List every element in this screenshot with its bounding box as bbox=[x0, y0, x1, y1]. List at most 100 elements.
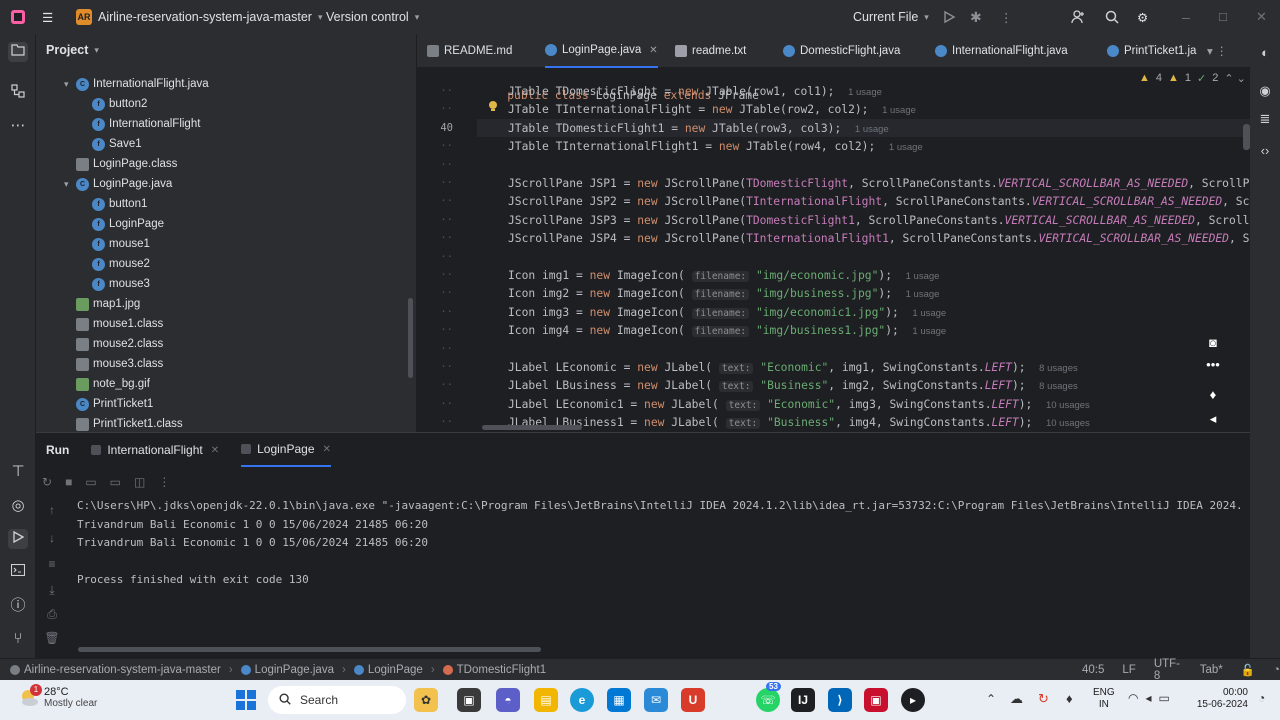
code-line[interactable]: JScrollPane JSP4 = new JScrollPane(TInte… bbox=[508, 230, 1256, 248]
rerun-icon[interactable]: ↻ bbox=[42, 475, 52, 489]
print-icon[interactable]: ⎙ bbox=[44, 607, 60, 622]
problems-icon[interactable]: ⓘ bbox=[8, 596, 28, 616]
tree-item[interactable]: mouse2.class bbox=[64, 334, 163, 354]
database-icon[interactable]: ≣ bbox=[1256, 110, 1274, 128]
code-line[interactable]: JTable TDomesticFlight1 = new JTable(row… bbox=[508, 120, 889, 138]
media-player-icon[interactable]: ▸ bbox=[901, 688, 925, 712]
teams-chat-icon[interactable]: ◓ bbox=[496, 688, 520, 712]
code-line[interactable]: JTable TInternationalFlight1 = new JTabl… bbox=[508, 138, 923, 156]
notifications-icon[interactable]: ◐ bbox=[1256, 44, 1274, 62]
file-encoding[interactable]: UTF-8 bbox=[1154, 658, 1182, 682]
tree-item[interactable]: note_bg.gif bbox=[64, 374, 150, 394]
editor-vertical-scrollbar[interactable] bbox=[1243, 124, 1250, 150]
edge-browser-icon[interactable]: e bbox=[570, 688, 594, 712]
vscode-icon[interactable]: ⟩ bbox=[828, 688, 852, 712]
store-icon[interactable]: ▦ bbox=[607, 688, 631, 712]
project-tool-icon[interactable] bbox=[8, 42, 28, 62]
line-separator[interactable]: LF bbox=[1122, 664, 1135, 676]
close-tab-icon[interactable]: ✕ bbox=[649, 45, 657, 56]
add-user-icon[interactable] bbox=[1070, 0, 1086, 34]
vcs-menu[interactable]: Version control ▾ bbox=[326, 0, 419, 34]
tabs-overflow-icon[interactable]: ▾ ⋮ bbox=[1207, 34, 1227, 68]
breadcrumb-item[interactable]: TDomesticFlight1 bbox=[442, 664, 546, 676]
editor-tab[interactable]: LoginPage.java ✕ bbox=[545, 34, 658, 68]
debug-icon[interactable]: ✱ bbox=[970, 0, 982, 34]
run-tab-loginpage[interactable]: LoginPage ✕ bbox=[241, 433, 331, 467]
editor-tab[interactable]: DomesticFlight.java bbox=[783, 34, 900, 68]
tree-item[interactable]: f Save1 bbox=[80, 134, 142, 154]
inspection-widget[interactable]: ▲ 4 ▲ 1 ✓ 2 ⌃ ⌄ bbox=[1139, 72, 1246, 85]
file-explorer-icon[interactable]: ▤ bbox=[534, 688, 558, 712]
tree-item[interactable]: map1.jpg bbox=[64, 294, 140, 314]
settings-gear-icon[interactable]: ⚙ bbox=[1137, 0, 1148, 34]
ai-assistant-icon[interactable]: ◉ bbox=[1256, 82, 1274, 100]
onedrive-icon[interactable]: ☁ bbox=[1010, 691, 1023, 707]
more-tools-icon[interactable]: ⋯ bbox=[8, 116, 28, 136]
app-logo-icon[interactable] bbox=[10, 0, 26, 34]
run-tool-icon[interactable] bbox=[8, 529, 28, 549]
minimize-icon[interactable]: – bbox=[1182, 0, 1190, 34]
overlay-more-icon[interactable]: ••• bbox=[1204, 356, 1222, 374]
breadcrumb-item[interactable]: LoginPage bbox=[353, 664, 423, 676]
search-icon[interactable] bbox=[1104, 0, 1120, 34]
code-line[interactable]: JTable TInternationalFlight = new JTable… bbox=[508, 101, 916, 119]
microphone-icon[interactable]: ♦ bbox=[1204, 386, 1222, 404]
console-horizontal-scrollbar[interactable] bbox=[78, 647, 541, 652]
tree-item[interactable]: f mouse3 bbox=[80, 274, 150, 294]
project-scrollbar[interactable] bbox=[408, 298, 413, 378]
code-line[interactable]: Icon img3 = new ImageIcon( filename: "im… bbox=[508, 304, 946, 322]
camera-icon[interactable]: ◙ bbox=[1204, 334, 1222, 352]
restore-layout-icon[interactable]: ▭ bbox=[85, 475, 96, 489]
code-line[interactable]: Icon img1 = new ImageIcon( filename: "im… bbox=[508, 267, 939, 285]
expand-arrow-icon[interactable]: ▾ bbox=[64, 79, 76, 90]
tree-item[interactable]: f mouse2 bbox=[80, 254, 150, 274]
code-line[interactable]: JScrollPane JSP2 = new JScrollPane(TInte… bbox=[508, 193, 1263, 211]
code-line[interactable]: JScrollPane JSP1 = new JScrollPane(TDome… bbox=[508, 175, 1263, 193]
run-icon[interactable] bbox=[942, 0, 956, 34]
tray-overflow-icon[interactable]: ⌃ bbox=[986, 692, 996, 706]
breadcrumb-item[interactable]: Airline-reservation-system-java-master bbox=[10, 664, 221, 676]
tree-item[interactable]: f LoginPage bbox=[80, 214, 164, 234]
code-line[interactable]: Icon img4 = new ImageIcon( filename: "im… bbox=[508, 322, 946, 340]
maximize-icon[interactable]: ☐ bbox=[1218, 0, 1228, 34]
tree-item[interactable]: mouse1.class bbox=[64, 314, 163, 334]
memory-indicator-icon[interactable]: ◔ bbox=[1273, 664, 1280, 676]
caret-position[interactable]: 40:5 bbox=[1082, 664, 1104, 676]
camera-snapshot-icon[interactable]: ◫ bbox=[134, 475, 145, 489]
soft-wrap-icon[interactable]: ≡ bbox=[44, 557, 60, 571]
code-line[interactable]: JLabel LEconomic = new JLabel( text: "Ec… bbox=[508, 359, 1078, 377]
close-window-icon[interactable]: ✕ bbox=[1256, 0, 1267, 34]
terminal-icon[interactable] bbox=[8, 562, 28, 582]
editor-tab[interactable]: README.md bbox=[427, 34, 512, 68]
task-view-icon[interactable]: ▣ bbox=[457, 688, 481, 712]
breadcrumb-item[interactable]: LoginPage.java bbox=[240, 664, 334, 676]
tree-item[interactable]: mouse3.class bbox=[64, 354, 163, 374]
tree-item[interactable]: C PrintTicket1 bbox=[64, 394, 153, 414]
editor-tab[interactable]: InternationalFlight.java bbox=[935, 34, 1068, 68]
editor-horizontal-scrollbar[interactable] bbox=[482, 425, 582, 430]
weather-widget[interactable]: 1 28°C Mostly clear bbox=[18, 684, 97, 710]
indent-setting[interactable]: Tab* bbox=[1200, 664, 1223, 676]
tree-item[interactable]: LoginPage.class bbox=[64, 154, 177, 174]
trash-icon[interactable]: 🗑 bbox=[44, 631, 60, 645]
tree-item[interactable]: ▾ C InternationalFlight.java bbox=[64, 74, 209, 94]
code-line[interactable]: Icon img2 = new ImageIcon( filename: "im… bbox=[508, 285, 939, 303]
intellij-app-icon[interactable]: IJ bbox=[791, 688, 815, 712]
sync-icon[interactable]: ↻ bbox=[1038, 691, 1049, 707]
scroll-to-end-icon[interactable]: ⤓ bbox=[44, 583, 60, 598]
input-language[interactable]: ENG IN bbox=[1093, 687, 1115, 711]
build-hammer-icon[interactable]: ⊤ bbox=[8, 462, 28, 482]
code-line[interactable]: JLabel LEconomic1 = new JLabel( text: "E… bbox=[508, 396, 1090, 414]
services-icon[interactable]: ◎ bbox=[8, 496, 28, 516]
code-line[interactable]: JScrollPane JSP3 = new JScrollPane(TDome… bbox=[508, 212, 1263, 230]
more-actions-icon[interactable]: ⋮ bbox=[1000, 0, 1013, 34]
tree-item[interactable]: f InternationalFlight bbox=[80, 114, 200, 134]
code-line[interactable]: JLabel LBusiness = new JLabel( text: "Bu… bbox=[508, 377, 1078, 395]
widgets-app-icon[interactable]: ✿ bbox=[414, 688, 438, 712]
editor-tab[interactable]: PrintTicket1.ja bbox=[1107, 34, 1196, 68]
windows-start-icon[interactable] bbox=[236, 690, 256, 713]
run-tab-internationalflight[interactable]: InternationalFlight ✕ bbox=[91, 443, 219, 457]
tree-item[interactable]: f button2 bbox=[80, 94, 147, 114]
tree-item[interactable]: PrintTicket1.class bbox=[64, 414, 183, 432]
code-with-me-icon[interactable]: ‹› bbox=[1256, 142, 1274, 160]
